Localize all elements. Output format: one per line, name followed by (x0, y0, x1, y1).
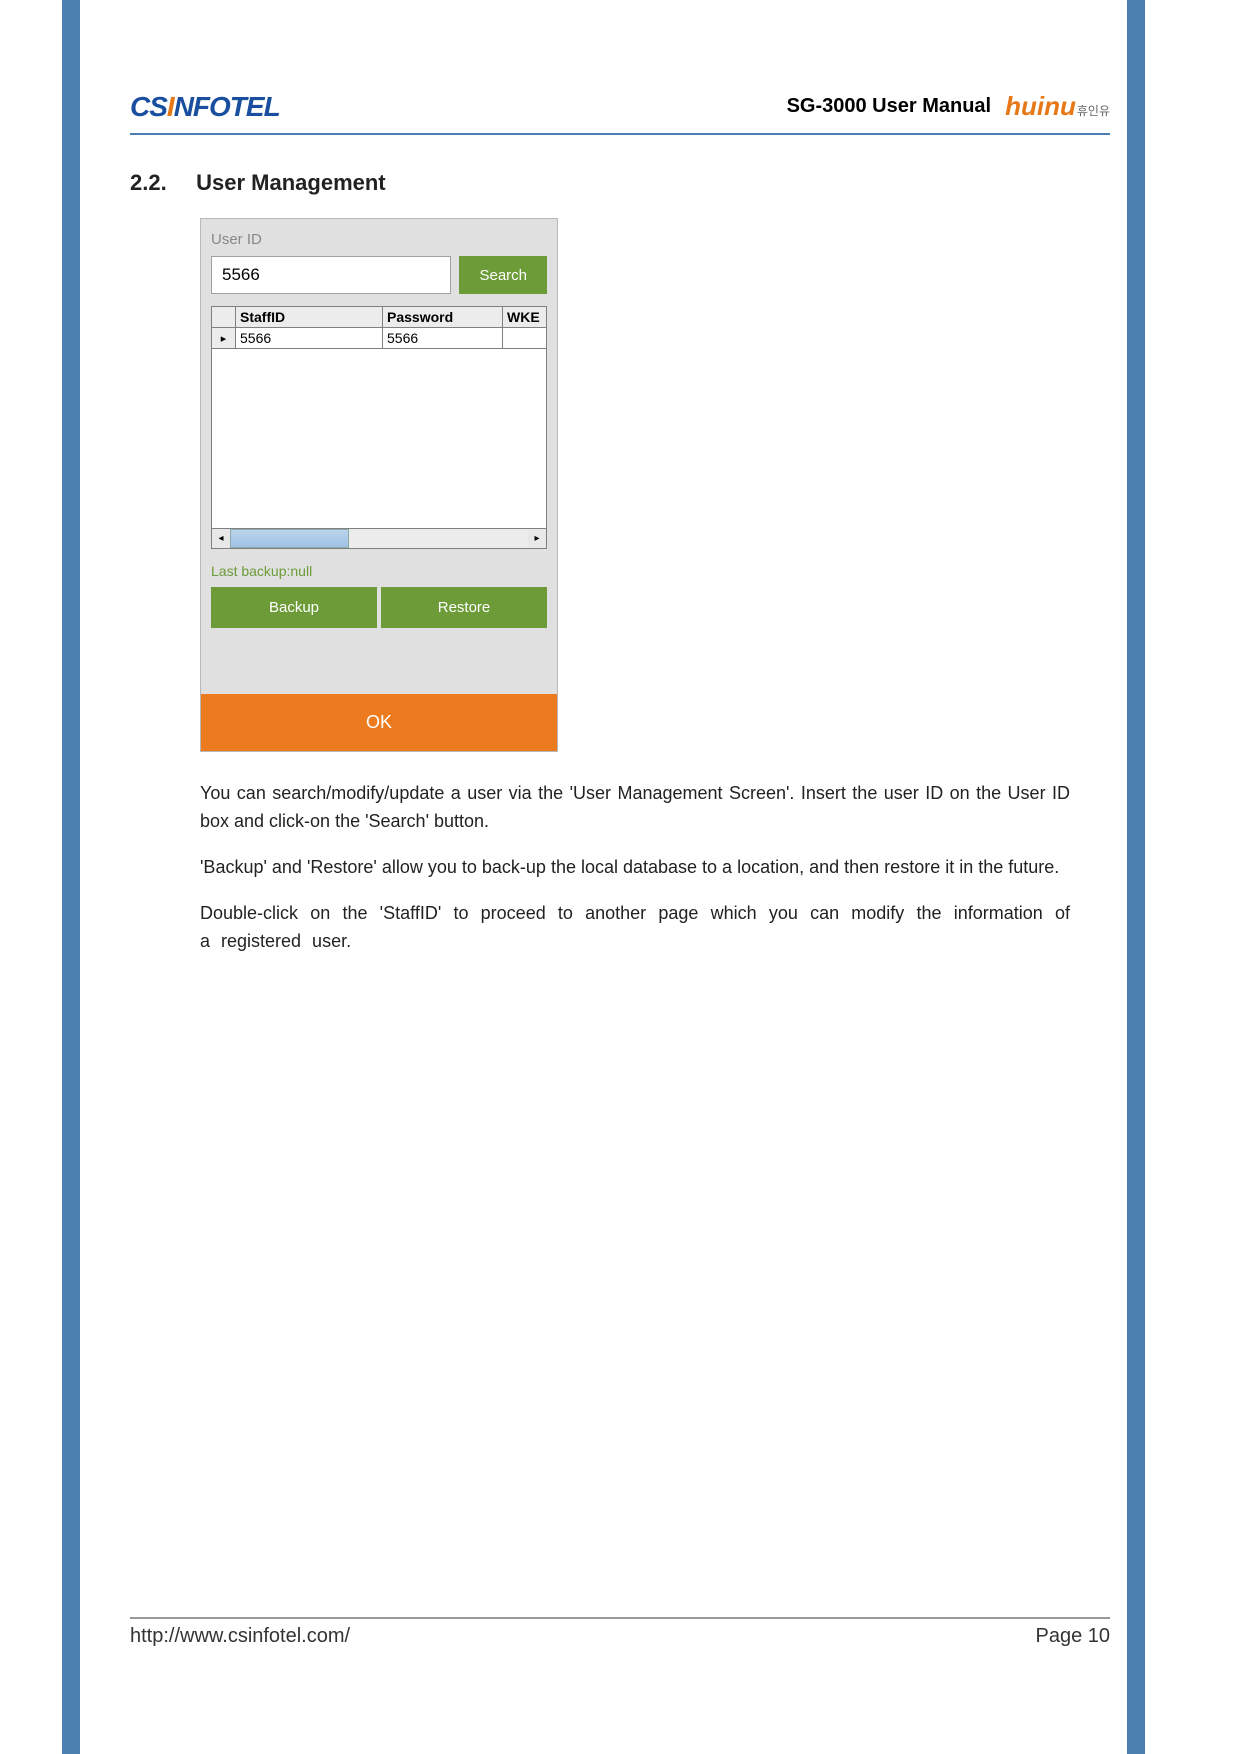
section-heading: 2.2. User Management (130, 170, 1070, 196)
logo-part-i: I (167, 91, 174, 122)
logo-part-cs: CS (130, 91, 167, 122)
last-backup-text: Last backup: (211, 563, 290, 579)
cell-password: 5566 (383, 328, 503, 349)
spacer (211, 638, 547, 694)
row-marker-icon: ▸ (212, 328, 236, 349)
cell-wke (503, 328, 547, 349)
col-rowhead (212, 307, 236, 328)
scroll-right-icon[interactable]: ▸ (528, 529, 546, 548)
app-screenshot: User ID 5566 Search StaffID Password WKE… (200, 218, 558, 752)
logo-csinfotel: CSINFOTEL (130, 91, 280, 123)
paragraph-2: 'Backup' and 'Restore' allow you to back… (200, 854, 1070, 882)
page-footer: http://www.csinfotel.com/ Page 10 (130, 1617, 1110, 1648)
section-title: User Management (196, 170, 386, 195)
section-number: 2.2. (130, 170, 190, 196)
cell-staffid[interactable]: 5566 (236, 328, 383, 349)
page-header: CSINFOTEL SG-3000 User Manual huinu휴인유 (130, 80, 1110, 135)
table-row[interactable]: ▸ 5566 5566 (212, 328, 547, 349)
paragraph-1: You can search/modify/update a user via … (200, 780, 1070, 836)
col-staffid[interactable]: StaffID (236, 307, 383, 328)
last-backup-value: null (290, 563, 312, 579)
horizontal-scrollbar[interactable]: ◂ ▸ (211, 529, 547, 549)
logo-huinu-sub: 휴인유 (1077, 104, 1110, 118)
restore-button[interactable]: Restore (381, 587, 547, 628)
scroll-left-icon[interactable]: ◂ (212, 529, 230, 548)
logo-huinu: huinu휴인유 (1005, 91, 1110, 122)
scroll-track[interactable] (230, 529, 528, 548)
backup-button[interactable]: Backup (211, 587, 377, 628)
results-table: StaffID Password WKE ▸ 5566 5566 (211, 306, 547, 349)
body-text: You can search/modify/update a user via … (200, 780, 1070, 955)
page-border-left (62, 0, 80, 1754)
col-wke[interactable]: WKE (503, 307, 547, 328)
ok-button[interactable]: OK (201, 694, 557, 751)
user-id-label: User ID (211, 231, 547, 248)
footer-url: http://www.csinfotel.com/ (130, 1625, 350, 1648)
user-id-input[interactable]: 5566 (211, 256, 451, 294)
page-border-right (1127, 0, 1145, 1754)
last-backup-label: Last backup:null (211, 563, 547, 579)
table-empty-area (211, 349, 547, 529)
logo-part-nfotel: NFOTEL (174, 91, 280, 122)
footer-page: Page 10 (1035, 1625, 1110, 1648)
col-password[interactable]: Password (383, 307, 503, 328)
scroll-thumb[interactable] (230, 529, 349, 548)
logo-huinu-text: huinu (1005, 91, 1076, 121)
search-button[interactable]: Search (459, 256, 547, 294)
paragraph-3: Double-click on the 'StaffID' to proceed… (200, 900, 1070, 956)
document-title: SG-3000 User Manual (787, 95, 992, 118)
